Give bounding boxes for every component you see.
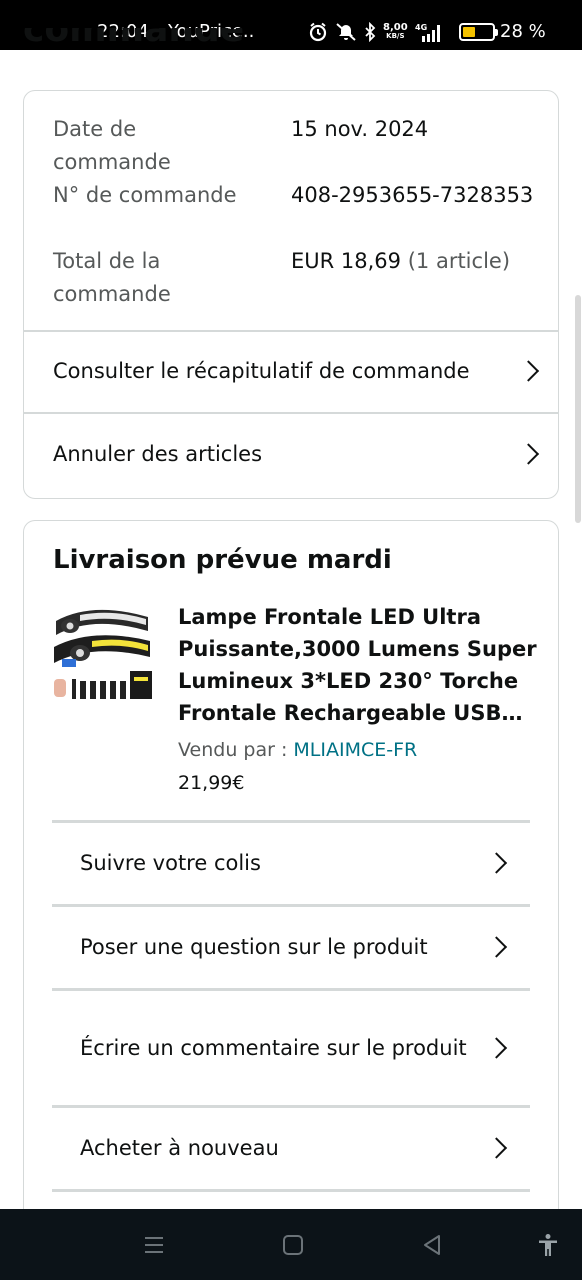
seller-line: Vendu par : MLIAIMCE-FR: [178, 739, 417, 761]
ask-question-label: Poser une question sur le produit: [80, 934, 428, 959]
page-title: commande: [23, 28, 245, 50]
view-order-summary-link[interactable]: Consulter le récapitulatif de commande: [24, 330, 558, 412]
scrollbar[interactable]: [575, 295, 581, 523]
order-date-value: 15 nov. 2024: [291, 117, 429, 141]
menu-icon[interactable]: [142, 1233, 166, 1257]
alarm-icon: [309, 22, 327, 42]
battery-percent: 28 %: [500, 21, 546, 42]
order-date-row: Date de commande 15 nov. 2024: [53, 113, 428, 179]
write-review-button[interactable]: Écrire un commentaire sur le produit: [52, 990, 530, 1106]
divider: [52, 1189, 530, 1192]
write-review-label: Écrire un commentaire sur le produit: [80, 1035, 467, 1060]
order-total-label: Total de la commande: [53, 249, 171, 306]
product-price: 21,99€: [178, 772, 245, 794]
status-icons: 8,00 KB/S 4G: [308, 20, 441, 44]
order-number-label: N° de commande: [53, 183, 237, 207]
order-total-row: Total de la commande EUR 18,69 (1 articl…: [53, 245, 510, 311]
order-date-label: Date de commande: [53, 117, 171, 174]
home-icon[interactable]: [281, 1233, 305, 1257]
network-speed: 8,00 KB/S: [383, 22, 408, 41]
order-item-count: (1 article): [407, 249, 511, 273]
accessibility-icon[interactable]: [536, 1233, 560, 1257]
chevron-right-icon: [485, 936, 508, 958]
chevron-right-icon: [485, 852, 508, 874]
battery-icon: [459, 23, 498, 41]
back-icon[interactable]: [420, 1233, 444, 1257]
chevron-right-icon: [517, 443, 540, 465]
view-order-summary-label: Consulter le récapitulatif de commande: [53, 359, 470, 383]
seller-link[interactable]: MLIAIMCE-FR: [293, 739, 417, 761]
product-title-link[interactable]: Lampe Frontale LED Ultra Puissante,3000 …: [178, 601, 538, 729]
product-image[interactable]: [52, 601, 156, 705]
mute-icon: [336, 23, 356, 41]
seller-label: Vendu par :: [178, 739, 288, 761]
order-summary-card: Date de commande 15 nov. 2024 N° de comm…: [23, 90, 559, 499]
delivery-title: Livraison prévue mardi: [53, 545, 392, 575]
system-nav-bar: [0, 1209, 582, 1280]
buy-again-button[interactable]: Acheter à nouveau: [52, 1107, 530, 1189]
cancel-items-link[interactable]: Annuler des articles: [24, 413, 558, 495]
ask-question-button[interactable]: Poser une question sur le produit: [52, 906, 530, 988]
order-total-value: EUR 18,69 (1 article): [291, 249, 511, 273]
track-package-button[interactable]: Suivre votre colis: [52, 822, 530, 904]
svg-text:4G: 4G: [415, 23, 427, 32]
order-number-value: 408-2953655-7328353: [291, 183, 534, 207]
cancel-items-label: Annuler des articles: [53, 442, 263, 466]
buy-again-label: Acheter à nouveau: [80, 1135, 279, 1160]
signal-icon: 4G: [415, 23, 440, 42]
chevron-right-icon: [517, 360, 540, 382]
track-package-label: Suivre votre colis: [80, 850, 261, 875]
order-number-row: N° de commande 408-2953655-7328353: [53, 179, 533, 212]
chevron-right-icon: [485, 1037, 508, 1059]
delivery-card: Livraison prévue mardi Lampe Frontale LE…: [23, 520, 559, 1240]
chevron-right-icon: [485, 1137, 508, 1159]
bluetooth-icon: [365, 22, 376, 42]
